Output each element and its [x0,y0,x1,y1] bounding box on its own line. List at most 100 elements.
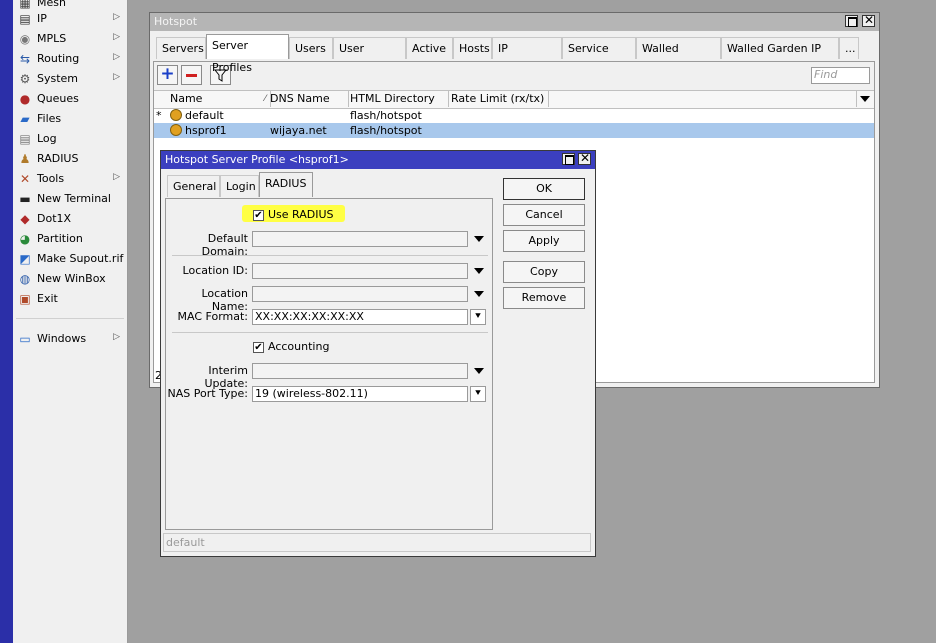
copy-button[interactable]: Copy [503,261,585,283]
routing-icon: ⇆ [19,51,31,66]
divider [172,255,488,256]
submenu-arrow-icon: ▷ [113,32,120,42]
dot1x-icon: ◆ [20,211,30,226]
tab-ip-bindings[interactable]: IP Bindings [492,37,562,77]
sidebar-item-routing[interactable]: ⇆ Routing ▷ [13,49,127,68]
sidebar-item-label: RADIUS [37,152,79,165]
mpls-icon: ◉ [19,31,31,46]
column-header-rate-limit[interactable]: Rate Limit (rx/tx) [448,91,549,107]
column-header-html-dir[interactable]: HTML Directory [347,91,449,107]
sidebar-item-dot1x[interactable]: ◆ Dot1X [13,209,127,228]
accounting-checkbox[interactable]: ✔ [253,342,264,353]
tab-label: ... [845,42,856,55]
sidebar-item-label: Dot1X [37,212,72,225]
table-row[interactable]: hsprof1 wijaya.net flash/hotspot [154,123,874,138]
sidebar-item-label: Mesh [37,0,66,9]
sidebar-item-exit[interactable]: ▣ Exit [13,289,127,308]
column-name-label: Name [170,92,203,105]
mac-format-field[interactable]: XX:XX:XX:XX:XX:XX [252,309,468,325]
dialog-tab-bar: General Login RADIUS [167,172,487,199]
location-name-dropdown[interactable] [472,287,486,301]
mac-format-dropdown[interactable]: ⯆ [470,309,486,325]
profile-icon [170,109,182,121]
ip-icon: ▤ [19,11,31,26]
interim-update-dropdown[interactable] [472,364,486,378]
sidebar-item-label: MPLS [37,32,67,45]
close-button[interactable]: ✕ [862,13,875,27]
location-id-label: Location ID: [182,264,248,277]
location-id-dropdown[interactable] [472,264,486,278]
sidebar-item-new-winbox[interactable]: ◍ New WinBox [13,269,127,288]
profile-icon [170,124,182,136]
sidebar-item-label: System [37,72,79,85]
tab-more[interactable]: ... [839,37,859,59]
tab-label: Active [412,42,447,55]
tab-active[interactable]: Active [406,37,453,59]
dialog-titlebar[interactable]: Hotspot Server Profile <hsprof1> [161,151,595,169]
sidebar-menu: ▦ Mesh ▤ IP ▷ ◉ MPLS ▷ ⇆ Routing ▷ ⚙ System ▷ ● Queues ▰… [13,0,128,643]
default-domain-field[interactable] [252,231,468,247]
tab-user-profiles[interactable]: User Profiles [333,37,406,77]
tab-users[interactable]: Users [289,37,333,59]
sidebar-item-queues[interactable]: ● Queues [13,89,127,108]
row-marker: * [156,109,162,122]
tab-hosts[interactable]: Hosts [453,37,492,59]
cancel-button[interactable]: Cancel [503,204,585,226]
default-domain-dropdown[interactable] [472,232,486,246]
tab-radius[interactable]: RADIUS [259,172,313,197]
dialog-maximize-button[interactable] [562,153,575,165]
columns-dropdown[interactable] [856,91,873,107]
sidebar-item-system[interactable]: ⚙ System ▷ [13,69,127,88]
hotspot-tab-bar: Servers Server Profiles Users User Profiles… [156,34,874,77]
sidebar-item-tools[interactable]: ✕ Tools ▷ [13,169,127,188]
tab-service-ports[interactable]: Service Ports [562,37,636,77]
hotspot-titlebar[interactable]: Hotspot [150,13,879,31]
dropdown-arrow-icon: ⯆ [474,388,482,399]
remove-button[interactable]: Remove [503,287,585,309]
apply-button[interactable]: Apply [503,230,585,252]
use-radius-checkbox[interactable]: ✔ [253,210,264,221]
sidebar-item-windows[interactable]: ▭ Windows ▷ [13,329,127,348]
radius-icon: ♟ [19,151,31,166]
tab-walled-garden[interactable]: Walled Garden [636,37,721,77]
sidebar-item-files[interactable]: ▰ Files [13,109,127,128]
remove-item-button[interactable] [181,65,202,85]
ok-button[interactable]: OK [503,178,585,200]
maximize-button[interactable] [845,15,858,27]
tab-general[interactable]: General [167,175,220,197]
location-id-field[interactable] [252,263,468,279]
column-header-name[interactable]: Name ⁄ [167,91,271,107]
table-row[interactable]: * default flash/hotspot [154,108,874,123]
sidebar-item-label: Files [37,112,62,125]
row-name: hsprof1 [185,124,227,137]
tab-login[interactable]: Login [220,175,259,197]
nas-port-type-label: NAS Port Type: [167,387,248,400]
find-input[interactable]: Find [811,67,870,84]
tab-label: Users [295,42,326,55]
tab-walled-garden-ip-list[interactable]: Walled Garden IP List [721,37,839,77]
mac-format-label: MAC Format: [177,310,248,323]
sidebar-item-partition[interactable]: ◕ Partition [13,229,127,248]
sidebar-item-make-supout-rif[interactable]: ◩ Make Supout.rif [13,249,127,268]
submenu-arrow-icon: ▷ [113,52,120,62]
exit-icon: ▣ [19,291,31,306]
sidebar-item-log[interactable]: ▤ Log [13,129,127,148]
dialog-close-button[interactable]: ✕ [578,151,591,165]
tab-server-profiles[interactable]: Server Profiles [206,34,289,74]
sidebar-item-new-terminal[interactable]: ▬ New Terminal [13,189,127,208]
sidebar-item-label: Partition [37,232,83,245]
tab-servers[interactable]: Servers [156,37,206,59]
column-header-dns[interactable]: DNS Name [267,91,349,107]
sidebar-item-ip[interactable]: ▤ IP ▷ [13,9,127,28]
sidebar-item-radius[interactable]: ♟ RADIUS [13,149,127,168]
submenu-arrow-icon: ▷ [113,332,120,342]
interim-update-field[interactable] [252,363,468,379]
add-button[interactable]: + [157,65,178,85]
dropdown-arrow-icon: ⯆ [474,311,482,322]
column-dir-label: HTML Directory [350,92,435,105]
radius-panel: ✔ Use RADIUS Default Domain: Location ID… [165,198,493,530]
sidebar-item-mpls[interactable]: ◉ MPLS ▷ [13,29,127,48]
location-name-field[interactable] [252,286,468,302]
nas-port-type-field[interactable]: 19 (wireless-802.11) [252,386,468,402]
nas-port-type-dropdown[interactable]: ⯆ [470,386,486,402]
